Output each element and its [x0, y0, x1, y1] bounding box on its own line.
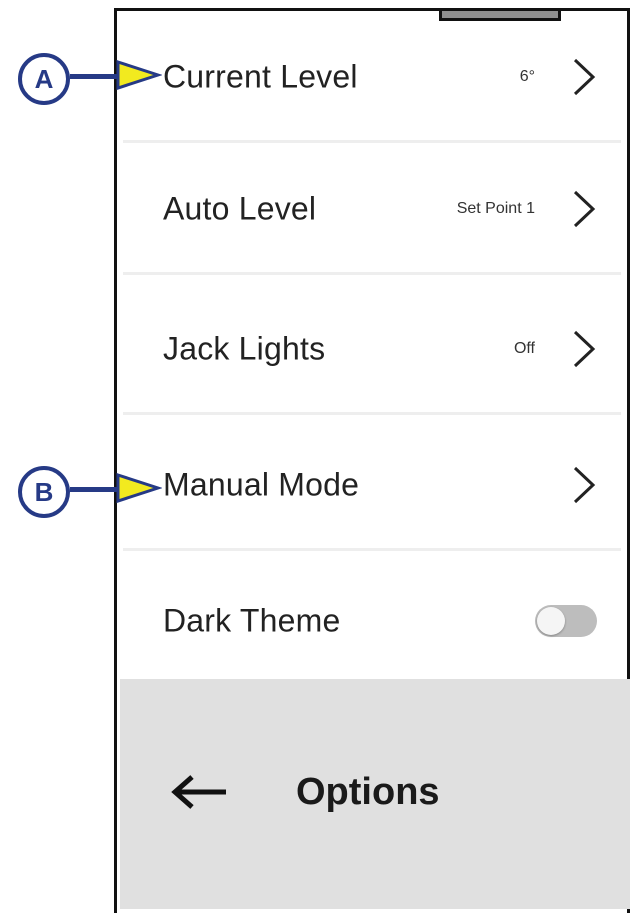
chevron-right-icon [573, 330, 596, 368]
menu-item-label: Jack Lights [163, 330, 326, 367]
menu-item-label: Dark Theme [163, 602, 341, 639]
menu-item-auto-level[interactable]: Auto Level Set Point 1 [117, 143, 627, 275]
callout-b-line [70, 487, 120, 492]
menu-item-value: 6° [519, 68, 535, 85]
callout-a-pointer-icon [116, 59, 162, 91]
menu-item-label: Auto Level [163, 190, 317, 227]
chevron-right-icon [573, 190, 596, 228]
chevron-right-icon [573, 58, 596, 96]
callout-a: A [18, 53, 70, 105]
dark-theme-toggle[interactable] [535, 605, 597, 637]
menu-item-value: Set Point 1 [456, 200, 535, 217]
menu-item-value: Off [513, 340, 535, 357]
callout-b: B [18, 466, 70, 518]
menu-item-current-level[interactable]: Current Level 6° [117, 11, 627, 143]
menu-item-manual-mode[interactable]: Manual Mode [117, 419, 627, 551]
page-title: Options [296, 771, 440, 813]
arrow-left-icon[interactable] [170, 774, 228, 810]
callout-b-pointer-icon [116, 472, 162, 504]
callout-a-line [70, 74, 120, 79]
menu-item-label: Manual Mode [163, 466, 360, 503]
chevron-right-icon [573, 466, 596, 504]
menu-item-label: Current Level [163, 58, 358, 95]
menu-item-jack-lights[interactable]: Jack Lights Off [117, 283, 627, 415]
menu-item-dark-theme: Dark Theme [117, 555, 627, 687]
options-header: Options [120, 679, 630, 909]
toggle-knob [537, 607, 565, 635]
